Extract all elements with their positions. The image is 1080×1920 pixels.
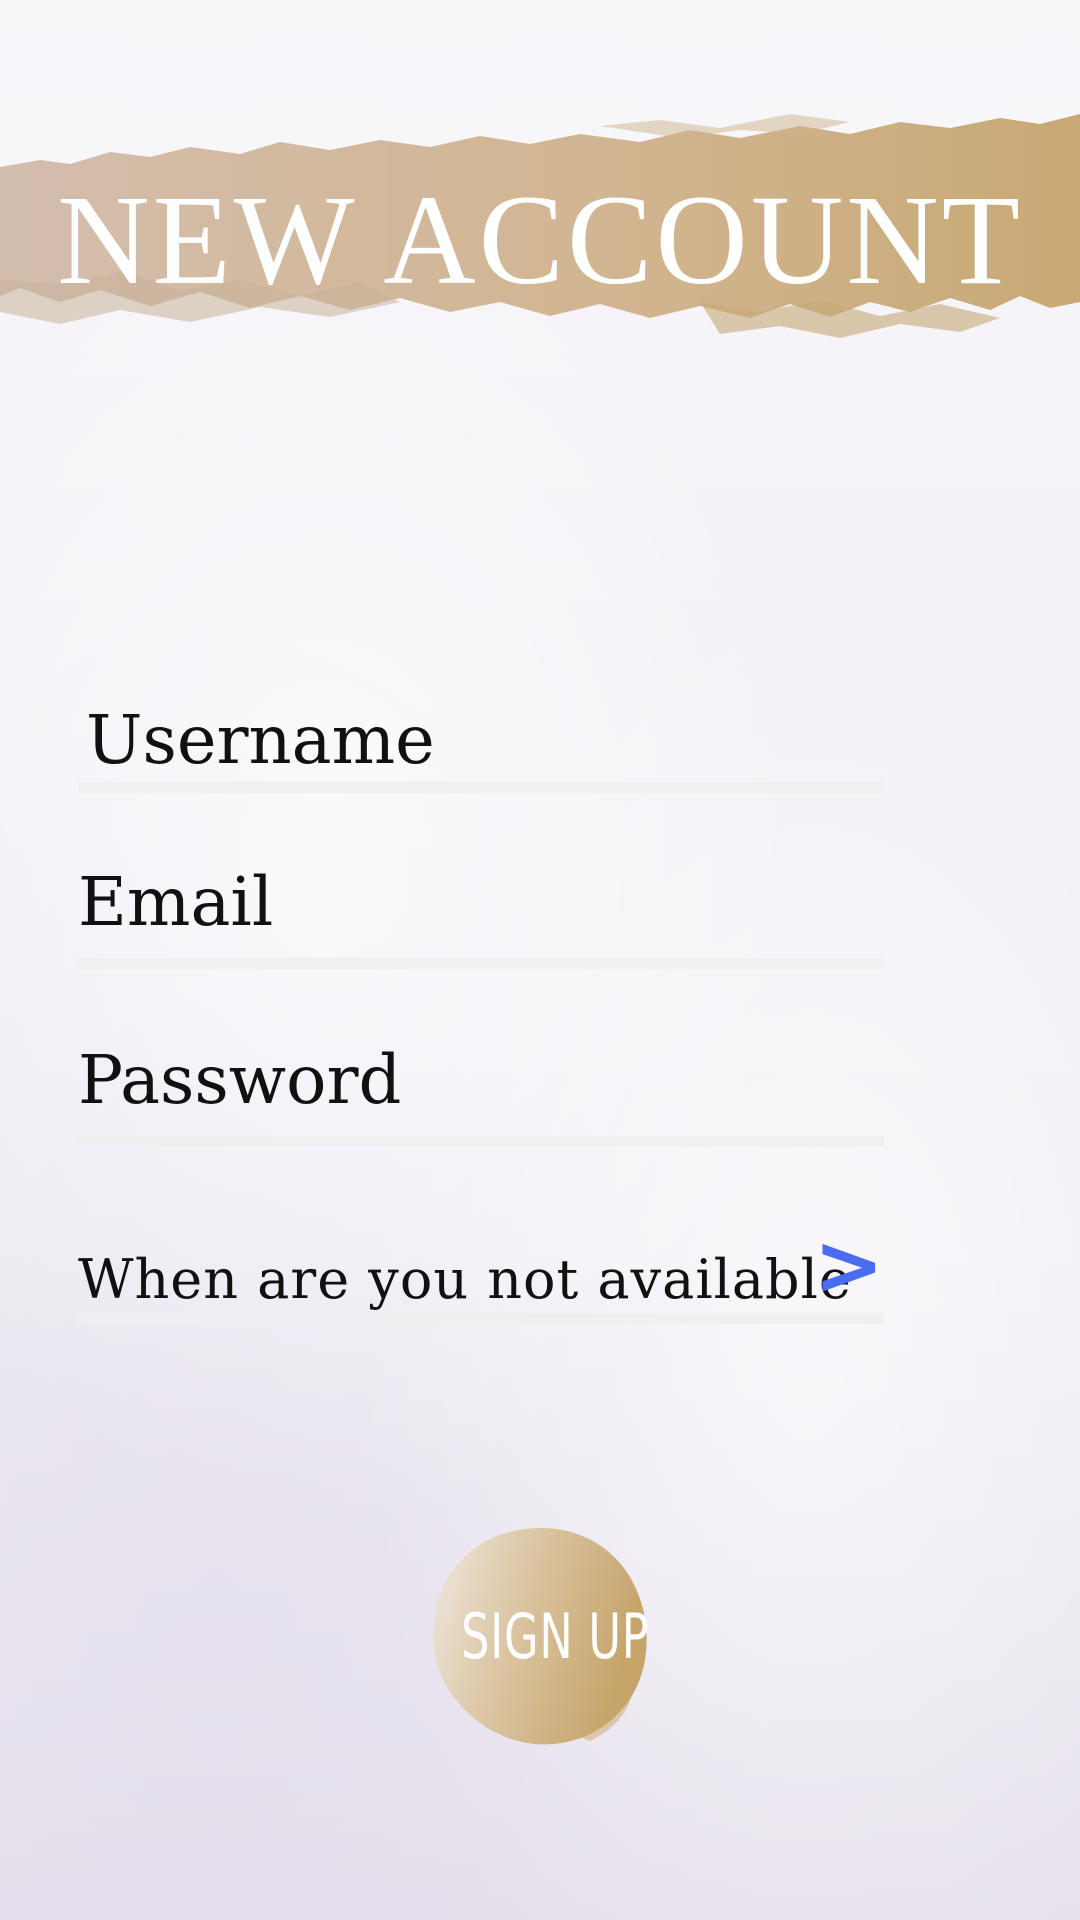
chevron-right-icon[interactable]: > [814, 1215, 884, 1315]
page-title: NEW ACCOUNT [57, 169, 1023, 311]
username-underline [78, 782, 884, 793]
availability-selector[interactable]: When are you not available > [78, 1215, 884, 1335]
password-underline [78, 1136, 884, 1147]
password-label: Password [78, 1041, 402, 1119]
availability-underline [78, 1313, 884, 1324]
availability-label: When are you not available [78, 1248, 852, 1311]
signup-button[interactable]: SIGN UP [430, 1525, 652, 1747]
header-banner: NEW ACCOUNT [0, 112, 1080, 362]
email-label: Email [78, 863, 274, 941]
email-field[interactable]: Email [78, 852, 884, 972]
password-field[interactable]: Password [78, 1030, 884, 1150]
username-field[interactable]: Username [78, 690, 884, 800]
username-label: Username [86, 701, 435, 779]
signup-label: SIGN UP [461, 1600, 650, 1673]
email-underline [78, 958, 884, 969]
